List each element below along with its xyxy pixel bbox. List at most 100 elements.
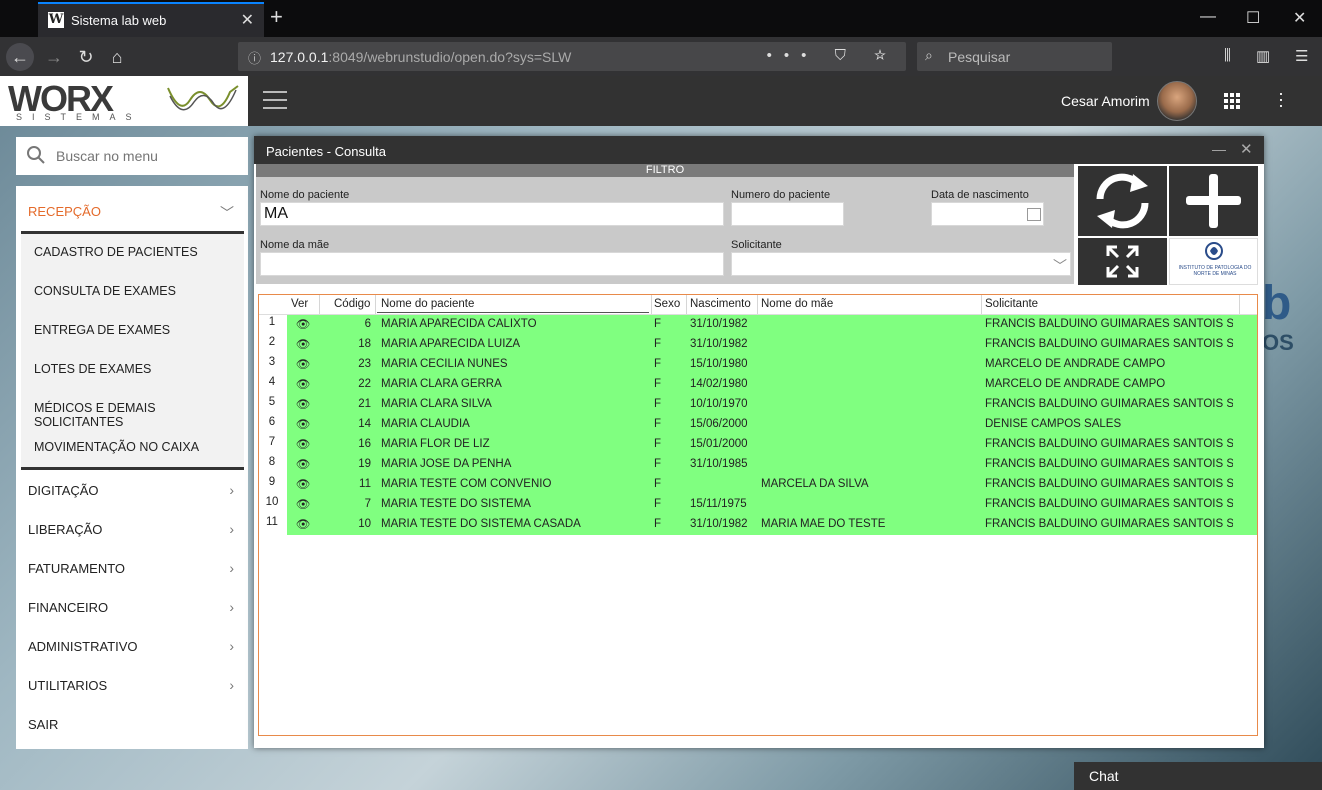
chevron-down-icon: ﹀ <box>220 205 234 221</box>
expand-button[interactable] <box>1078 238 1167 285</box>
page-actions-icon[interactable]: ••• ⛉ ☆ <box>767 47 898 64</box>
eye-icon[interactable]: 👁 <box>289 357 317 371</box>
eye-icon[interactable]: 👁 <box>289 317 317 331</box>
col-header-nascimento[interactable]: Nascimento <box>690 298 751 310</box>
url-path: :8049/webrunstudio/open.do?sys=SLW <box>328 49 572 65</box>
eye-icon[interactable]: 👁 <box>289 477 317 491</box>
col-header-nome[interactable]: Nome do paciente <box>381 298 474 310</box>
cell-nome: MARIA APARECIDA CALIXTO <box>381 318 537 330</box>
chevron-right-icon: › <box>229 521 234 537</box>
col-header-codigo[interactable]: Código <box>334 298 370 310</box>
submenu-item-consulta-exames[interactable]: CONSULTA DE EXAMES <box>34 284 176 298</box>
new-tab-icon[interactable]: + <box>270 4 283 30</box>
calendar-icon[interactable] <box>1027 208 1041 221</box>
add-patient-button[interactable] <box>1169 166 1258 236</box>
chat-button[interactable]: Chat <box>1074 762 1322 790</box>
more-vertical-icon[interactable]: · · · <box>1274 84 1288 114</box>
eye-icon[interactable]: 👁 <box>289 397 317 411</box>
table-row[interactable]: 7 👁 16 MARIA FLOR DE LIZ F 15/01/2000 FR… <box>259 435 1257 455</box>
browser-tab[interactable]: W Sistema lab web ✕ <box>38 2 264 37</box>
window-close-icon[interactable]: ✕ <box>1240 140 1253 158</box>
sidebar-toggle-icon[interactable]: ▥ <box>1256 47 1270 65</box>
sidebar-item-administrativo[interactable]: ADMINISTRATIVO › <box>28 638 238 654</box>
row-number: 9 <box>268 476 276 488</box>
nome-paciente-input[interactable]: MA <box>260 202 724 226</box>
back-arrow-icon[interactable]: ← <box>6 43 34 71</box>
cell-solicitante: FRANCIS BALDUINO GUIMARÃES SANTOIS SILV.… <box>985 318 1233 330</box>
sidebar-item-faturamento[interactable]: FATURAMENTO › <box>28 560 238 576</box>
tab-close-icon[interactable]: ✕ <box>241 10 254 30</box>
window-minimize-icon[interactable]: — <box>1212 141 1226 157</box>
eye-icon[interactable]: 👁 <box>289 377 317 391</box>
table-row[interactable]: 4 👁 22 MARIA CLARA GERRA F 14/02/1980 MA… <box>259 375 1257 395</box>
window-maximize-icon[interactable]: ☐ <box>1246 8 1260 28</box>
cell-nome: MARIA TESTE DO SISTEMA <box>381 498 531 510</box>
table-row[interactable]: 9 👁 11 MARIA TESTE COM CONVENIO F MARCEL… <box>259 475 1257 495</box>
eye-icon[interactable]: 👁 <box>289 337 317 351</box>
eye-icon[interactable]: 👁 <box>289 457 317 471</box>
numero-paciente-label: Numero do paciente <box>731 189 831 201</box>
window-minimize-icon[interactable]: — <box>1200 8 1216 26</box>
window-close-icon[interactable]: ✕ <box>1293 8 1306 28</box>
cell-nome: MARIA CLARA SILVA <box>381 398 492 410</box>
submenu-item-lotes-exames[interactable]: LOTES DE EXAMES <box>34 362 151 376</box>
cell-solicitante: MARCELO DE ANDRADE CAMPO <box>985 358 1166 370</box>
table-row[interactable]: 3 👁 23 MARIA CECILIA NUNES F 15/10/1980 … <box>259 355 1257 375</box>
table-row[interactable]: 5 👁 21 MARIA CLARA SILVA F 10/10/1970 FR… <box>259 395 1257 415</box>
sidebar-item-liberacao[interactable]: LIBERAÇÃO › <box>28 521 238 537</box>
table-row[interactable]: 8 👁 19 MARIA JOSE DA PENHA F 31/10/1985 … <box>259 455 1257 475</box>
col-header-ver[interactable]: Ver <box>291 298 308 310</box>
eye-icon[interactable]: 👁 <box>289 437 317 451</box>
cell-codigo: 10 <box>358 518 371 530</box>
refresh-button[interactable] <box>1078 166 1167 236</box>
window-titlebar[interactable]: Pacientes - Consulta — ✕ <box>254 136 1264 164</box>
url-text[interactable]: 127.0.0.1:8049/webrunstudio/open.do?sys=… <box>270 49 571 65</box>
sidebar-item-recepcao[interactable]: RECEPÇÃO ﹀ <box>28 204 238 221</box>
sidebar-item-utilitarios[interactable]: UTILITARIOS › <box>28 677 238 693</box>
col-header-nome-mae[interactable]: Nome do mãe <box>761 298 833 310</box>
avatar[interactable] <box>1157 81 1197 121</box>
menu-search-input[interactable] <box>56 137 241 175</box>
apps-grid-icon[interactable] <box>1224 93 1240 109</box>
user-name[interactable]: Cesar Amorim <box>1061 93 1150 109</box>
table-row[interactable]: 6 👁 14 MARIA CLAUDIA F 15/06/2000 DENISE… <box>259 415 1257 435</box>
row-number: 11 <box>266 516 278 528</box>
browser-search-bar[interactable]: ⌕ Pesquisar <box>917 42 1112 71</box>
table-row[interactable]: 11 👁 10 MARIA TESTE DO SISTEMA CASADA F … <box>259 515 1257 535</box>
eye-icon[interactable]: 👁 <box>289 517 317 531</box>
submenu-item-movimentacao-caixa[interactable]: MOVIMENTAÇÃO NO CAIXA <box>34 440 199 454</box>
col-header-solicitante[interactable]: Solicitante <box>985 298 1038 310</box>
table-row[interactable]: 1 👁 6 MARIA APARECIDA CALIXTO F 31/10/19… <box>259 315 1257 335</box>
filter-header: FILTRO <box>256 164 1074 177</box>
browser-menu-icon[interactable]: ☰ <box>1295 47 1308 65</box>
cell-nascimento: 31/10/1982 <box>690 518 748 530</box>
sidebar-item-sair[interactable]: SAIR <box>28 717 238 732</box>
numero-paciente-input[interactable] <box>731 202 844 226</box>
data-nascimento-input[interactable] <box>931 202 1044 226</box>
eye-icon[interactable]: 👁 <box>289 497 317 511</box>
reload-icon[interactable]: ↻ <box>72 43 100 71</box>
submenu-item-cadastro-pacientes[interactable]: CADASTRO DE PACIENTES <box>34 245 198 259</box>
url-bar[interactable]: ⓘ 127.0.0.1:8049/webrunstudio/open.do?sy… <box>238 42 906 71</box>
worx-logo[interactable]: WORX SISTEMAS <box>0 76 248 126</box>
submenu-item-medicos-solicitantes[interactable]: MÉDICOS E DEMAIS SOLICITANTES <box>34 401 244 429</box>
forward-arrow-icon[interactable]: → <box>40 43 68 71</box>
menu-toggle-icon[interactable] <box>263 91 287 111</box>
cell-codigo: 23 <box>358 358 371 370</box>
nome-mae-input[interactable] <box>260 252 724 276</box>
site-info-icon[interactable]: ⓘ <box>248 48 261 67</box>
sidebar-item-label: LIBERAÇÃO <box>28 522 103 537</box>
eye-icon[interactable]: 👁 <box>289 417 317 431</box>
sidebar-item-digitacao[interactable]: DIGITAÇÃO › <box>28 482 238 498</box>
home-icon[interactable]: ⌂ <box>103 43 131 71</box>
table-row[interactable]: 2 👁 18 MARIA APARECIDA LUIZA F 31/10/198… <box>259 335 1257 355</box>
submenu-item-entrega-exames[interactable]: ENTREGA DE EXAMES <box>34 323 170 337</box>
cell-codigo: 6 <box>364 318 371 330</box>
col-header-sexo[interactable]: Sexo <box>654 298 680 310</box>
table-row[interactable]: 10 👁 7 MARIA TESTE DO SISTEMA F 15/11/19… <box>259 495 1257 515</box>
sidebar-item-label: UTILITARIOS <box>28 678 108 693</box>
solicitante-select[interactable]: ﹀ <box>731 252 1071 276</box>
sidebar-item-financeiro[interactable]: FINANCEIRO › <box>28 599 238 615</box>
library-icon[interactable]: ⫼ <box>1224 47 1231 64</box>
chevron-right-icon: › <box>229 677 234 693</box>
